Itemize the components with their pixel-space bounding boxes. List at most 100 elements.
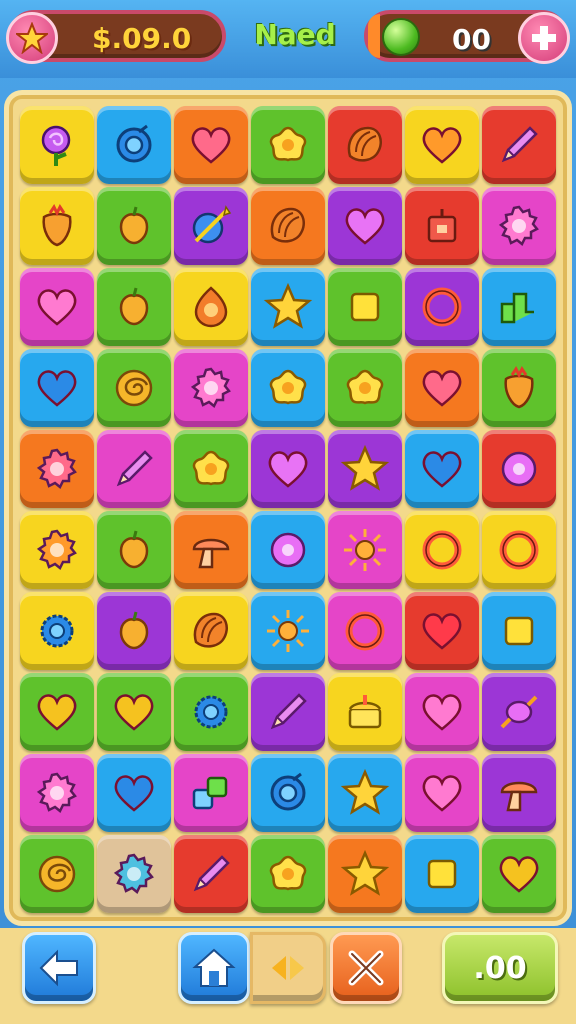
shell-icon [193,612,228,648]
flower-icon [192,450,230,486]
star-badge-icon[interactable] [6,12,58,64]
tile-orange-heart[interactable] [174,106,248,184]
flower-icon [269,126,307,162]
tile-green-fruit[interactable] [97,511,171,589]
tools-button[interactable] [330,932,402,1004]
tile-yellow-lollipop[interactable] [20,106,94,184]
tile-yellow-heart[interactable] [405,106,479,184]
tile-blue-flower[interactable] [251,349,325,427]
tile-blue-square[interactable] [482,592,556,670]
tile-purple-pencil[interactable] [251,673,325,751]
star-icon [340,444,390,491]
tile-yellow-cog[interactable] [20,511,94,589]
top-bar: $.09.0 Naed 00 [0,0,576,78]
swap-arrows-icon [272,956,304,980]
tile-red-box[interactable] [405,187,479,265]
tile-green-strawberry[interactable] [482,349,556,427]
tile-yellow-ring[interactable] [482,511,556,589]
tile-magenta-heart[interactable] [405,754,479,832]
tile-purple-wand[interactable] [174,187,248,265]
tile-red-shell[interactable] [328,106,402,184]
tile-purple-fruit[interactable] [97,592,171,670]
tile-blue-square[interactable] [405,835,479,913]
gem-amount: 00 [452,23,491,56]
tile-yellow-shell[interactable] [174,592,248,670]
heart-icon [37,370,77,407]
tile-blue-ring-swirl[interactable] [251,754,325,832]
tile-magenta-ring[interactable] [328,592,402,670]
shell-icon [347,126,382,162]
shell-icon [270,207,305,243]
tile-magenta-cog[interactable] [20,754,94,832]
tile-purple-star[interactable] [328,430,402,508]
tile-orange-star[interactable] [328,835,402,913]
tile-blue-disc[interactable] [251,511,325,589]
tile-magenta-pencil[interactable] [97,430,171,508]
tile-red-disc[interactable] [482,430,556,508]
tile-magenta-blocks[interactable] [174,754,248,832]
tile-magenta-heart[interactable] [405,673,479,751]
tile-tan-cog[interactable] [97,835,171,913]
tile-yellow-ring[interactable] [405,511,479,589]
tile-green-swirl[interactable] [97,349,171,427]
tile-blue-sun[interactable] [251,592,325,670]
tile-red-pencil[interactable] [174,835,248,913]
tile-magenta-cog[interactable] [174,349,248,427]
home-button[interactable] [178,932,250,1004]
flower-icon [269,369,307,405]
tile-magenta-heart[interactable] [20,268,94,346]
tile-yellow-gear[interactable] [20,592,94,670]
tile-green-heart[interactable] [482,835,556,913]
tile-purple-candy[interactable] [482,673,556,751]
tile-green-fruit[interactable] [97,187,171,265]
tile-green-heart[interactable] [97,673,171,751]
pencil-icon [193,855,230,892]
tile-blue-heart[interactable] [405,430,479,508]
tile-green-flower[interactable] [174,430,248,508]
candy-icon [500,695,538,729]
heart-icon [37,289,77,326]
disc-icon [501,451,537,487]
tile-yellow-strawberry[interactable] [20,187,94,265]
tile-purple-heart[interactable] [328,187,402,265]
tile-green-flower[interactable] [251,835,325,913]
bottom-bar: .00 [0,928,576,1024]
heart-icon [499,856,539,893]
swap-button[interactable] [250,932,326,1004]
tile-green-gear[interactable] [174,673,248,751]
tile-purple-heart[interactable] [251,430,325,508]
tile-green-heart[interactable] [20,673,94,751]
add-gems-icon[interactable] [518,12,570,64]
tile-red-heart[interactable] [405,592,479,670]
tile-orange-cog[interactable] [20,430,94,508]
box-icon [427,209,457,243]
tile-orange-shell[interactable] [251,187,325,265]
tile-blue-star[interactable] [328,754,402,832]
tile-yellow-cake[interactable] [328,673,402,751]
tile-orange-mushroom[interactable] [174,511,248,589]
back-button[interactable] [22,932,96,1004]
tile-blue-heart[interactable] [97,754,171,832]
tile-blue-star[interactable] [251,268,325,346]
score-button[interactable]: .00 [442,932,558,1004]
tile-blue-arrows[interactable] [482,268,556,346]
ring-icon [422,287,462,327]
tile-magenta-sun[interactable] [328,511,402,589]
tile-blue-heart[interactable] [20,349,94,427]
tile-green-flower[interactable] [328,349,402,427]
tile-orange-heart[interactable] [405,349,479,427]
tile-yellow-drop[interactable] [174,268,248,346]
tile-green-flower[interactable] [251,106,325,184]
fruit-icon [119,287,149,326]
tile-red-pencil[interactable] [482,106,556,184]
tile-purple-ring[interactable] [405,268,479,346]
tile-green-square[interactable] [328,268,402,346]
tile-green-swirl[interactable] [20,835,94,913]
tile-purple-mushroom[interactable] [482,754,556,832]
tile-magenta-cog[interactable] [482,187,556,265]
heart-icon [422,451,462,488]
tile-blue-ring-swirl[interactable] [97,106,171,184]
pencil-icon [501,126,538,163]
cog-icon [36,529,77,570]
tile-green-fruit[interactable] [97,268,171,346]
